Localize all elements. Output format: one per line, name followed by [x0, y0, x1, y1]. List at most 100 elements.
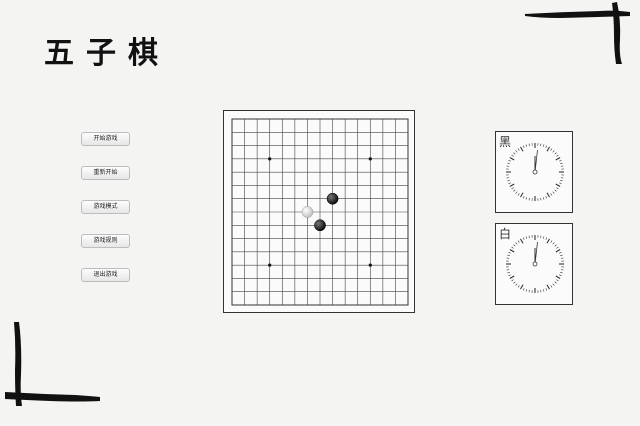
- clock-tick: [556, 187, 559, 190]
- clock-tick: [513, 152, 516, 155]
- clock-tick: [509, 249, 515, 253]
- clock-tick: [542, 144, 545, 147]
- clock-tick: [550, 285, 553, 288]
- clock-tick: [507, 162, 510, 165]
- clock-tick: [528, 235, 530, 239]
- clock-tick: [559, 159, 562, 162]
- clock-tick: [511, 154, 514, 157]
- clock-pivot: [532, 261, 538, 267]
- clock-tick: [555, 183, 561, 187]
- clock-tick: [556, 246, 559, 249]
- star-point: [268, 263, 272, 267]
- black-clock-icon: [506, 143, 564, 201]
- clock-tick: [554, 281, 557, 284]
- clock-tick: [552, 150, 555, 153]
- clock-tick: [560, 177, 564, 179]
- clock-tick: [560, 254, 563, 257]
- clock-tick: [507, 271, 510, 274]
- clock-tick: [517, 285, 520, 288]
- clock-tick: [508, 251, 511, 254]
- clock-tick: [545, 237, 548, 240]
- clock-tick: [520, 192, 524, 198]
- clock-tick: [546, 146, 550, 152]
- clock-tick: [540, 197, 542, 201]
- clock-tick: [560, 271, 563, 274]
- clock-pivot: [532, 169, 538, 175]
- clock-tick: [555, 275, 561, 279]
- clock-tick: [560, 165, 564, 167]
- clock-tick: [554, 189, 557, 192]
- clock-tick: [525, 144, 528, 147]
- clock-tick: [555, 249, 561, 253]
- clock-tick: [556, 279, 559, 282]
- clock-tick: [508, 274, 511, 277]
- clock-tick: [545, 196, 548, 199]
- clock-tick: [515, 191, 518, 194]
- clock-tick: [525, 197, 528, 200]
- game-title: 五子棋: [44, 36, 170, 71]
- clock-tick: [515, 150, 518, 153]
- clock-tick: [540, 235, 542, 239]
- clock-tick: [520, 146, 524, 152]
- clock-tick: [540, 289, 542, 293]
- clock-tick: [513, 189, 516, 192]
- clock-tick: [546, 192, 550, 198]
- clock-tick: [528, 143, 530, 147]
- black-stone: [326, 192, 339, 205]
- clock-tick: [540, 143, 542, 147]
- clock-tick: [515, 242, 518, 245]
- clock-tick: [509, 157, 515, 161]
- star-point: [368, 157, 372, 161]
- clock-tick: [550, 193, 553, 196]
- exit-game-button[interactable]: 退出游戏: [81, 268, 130, 282]
- clock-tick: [525, 236, 528, 239]
- clock-tick: [528, 197, 530, 201]
- clock-tick: [511, 246, 514, 249]
- clock-tick: [511, 279, 514, 282]
- clock-tick: [554, 244, 557, 247]
- clock-tick: [506, 165, 510, 167]
- game-rules-button[interactable]: 游戏规则: [81, 234, 130, 248]
- clock-tick: [554, 152, 557, 155]
- clock-tick: [550, 148, 553, 151]
- clock-tick: [522, 288, 525, 291]
- board-grid[interactable]: [224, 111, 416, 314]
- restart-button[interactable]: 重新开始: [81, 166, 130, 180]
- clock-tick: [546, 284, 550, 290]
- clock-tick: [552, 242, 555, 245]
- clock-tick: [560, 162, 563, 165]
- clock-tick: [542, 289, 545, 292]
- gomoku-board[interactable]: [223, 110, 415, 313]
- clock-tick: [509, 183, 515, 187]
- clock-tick: [517, 148, 520, 151]
- clock-tick: [513, 281, 516, 284]
- clock-tick: [513, 244, 516, 247]
- clock-tick: [522, 145, 525, 148]
- clock-tick: [506, 257, 510, 259]
- clock-tick: [528, 289, 530, 293]
- clock-tick: [508, 159, 511, 162]
- clock-tick: [517, 240, 520, 243]
- clock-tick: [560, 257, 564, 259]
- white-clock-icon: [506, 235, 564, 293]
- clock-tick: [520, 284, 524, 290]
- clock-tick: [522, 237, 525, 240]
- clock-tick: [511, 187, 514, 190]
- clock-tick: [522, 196, 525, 199]
- clock-tick: [506, 177, 510, 179]
- clock-tick: [506, 269, 510, 271]
- clock-tick: [560, 179, 563, 182]
- white-timer-panel: 白: [495, 223, 573, 305]
- game-window: 五子棋 开始游戏 重新开始 游戏模式 游戏规则 退出游戏 黑 白: [0, 0, 640, 426]
- game-mode-button[interactable]: 游戏模式: [81, 200, 130, 214]
- clock-tick: [550, 240, 553, 243]
- clock-tick: [542, 197, 545, 200]
- clock-tick: [552, 283, 555, 286]
- start-game-button[interactable]: 开始游戏: [81, 132, 130, 146]
- clock-tick: [509, 275, 515, 279]
- clock-tick: [520, 238, 524, 244]
- clock-tick: [546, 238, 550, 244]
- clock-tick: [545, 145, 548, 148]
- clock-tick: [542, 236, 545, 239]
- black-stone: [314, 219, 326, 232]
